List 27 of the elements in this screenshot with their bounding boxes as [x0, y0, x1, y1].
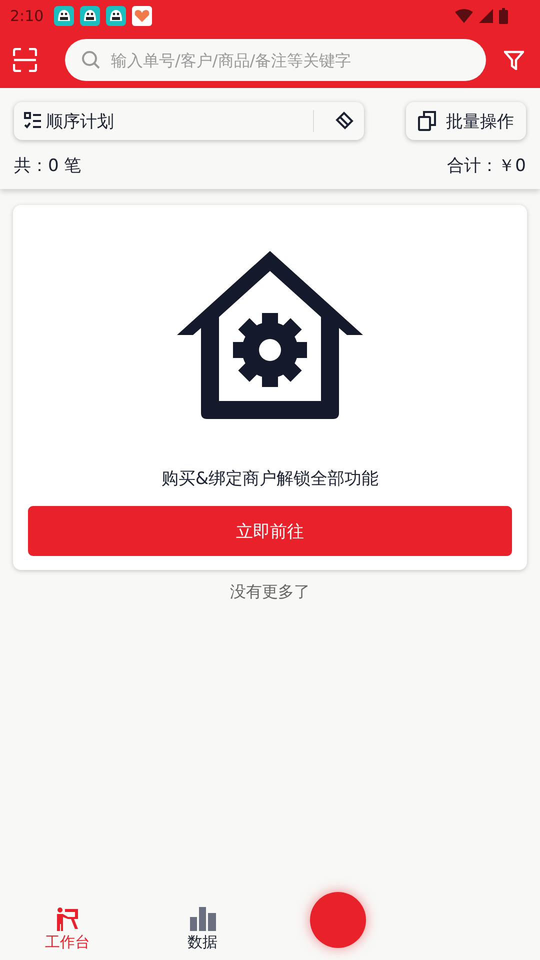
status-time: 2:10 [10, 7, 44, 25]
no-more-text: 没有更多了 [230, 582, 310, 603]
order-count: 共：0 笔 [14, 155, 82, 177]
robot-app-icon [54, 6, 74, 26]
presenter-icon [56, 907, 80, 931]
robot-app-icon [80, 6, 100, 26]
unlock-message: 购买&绑定商户解锁全部功能 [161, 468, 379, 490]
bar-chart-icon [190, 907, 216, 931]
battery-icon [499, 8, 508, 24]
copy-icon [418, 111, 436, 131]
go-now-button[interactable]: 立即前往 [28, 506, 512, 556]
robot-app-icon [106, 6, 126, 26]
nav-tab[interactable]: 数据 [135, 880, 270, 960]
add-order-button[interactable] [310, 892, 366, 948]
wifi-icon [455, 9, 473, 23]
eraser-icon[interactable] [334, 111, 354, 131]
plan-selector[interactable]: 顺序计划 [14, 102, 364, 140]
checklist-icon [24, 112, 42, 130]
signal-icon [479, 9, 493, 23]
total-amount: 合计：￥0 [447, 155, 526, 177]
house-gear-icon [177, 251, 363, 419]
batch-operation-button[interactable]: 批量操作 [406, 102, 526, 140]
search-field[interactable]: 输入单号/客户/商品/备注等关键字 [65, 39, 486, 81]
nav-tab[interactable]: 工作台 [0, 880, 135, 960]
scan-icon[interactable] [13, 48, 37, 72]
filter-icon[interactable] [504, 50, 524, 70]
heart-app-icon [132, 6, 152, 26]
